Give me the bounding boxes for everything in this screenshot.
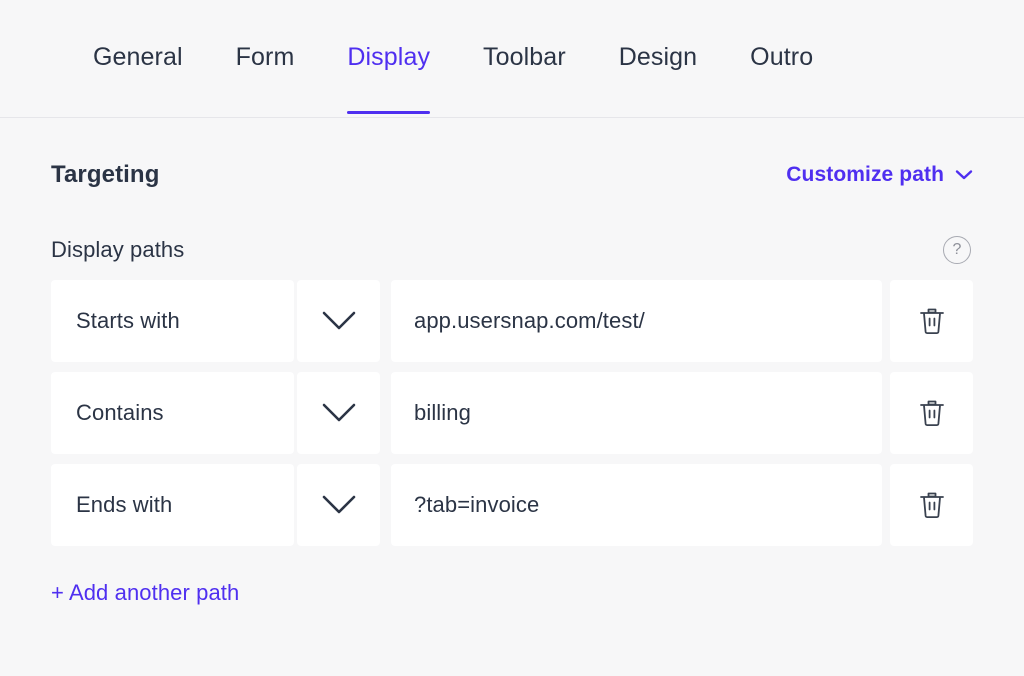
tab-label: Design — [618, 43, 698, 71]
tab-label: General — [93, 43, 183, 71]
chevron-down-icon — [321, 402, 357, 424]
tab-label: Toolbar — [483, 43, 566, 71]
match-type-dropdown-button[interactable] — [297, 464, 380, 546]
tab-form[interactable]: Form — [236, 0, 295, 70]
match-type-select[interactable]: Starts with — [51, 280, 294, 362]
trash-icon — [917, 397, 947, 429]
display-paths-list: Starts with app.usersnap.com/test/ Conta… — [51, 280, 973, 546]
question-mark-circle-icon[interactable]: ? — [943, 236, 971, 264]
match-type-select[interactable]: Ends with — [51, 464, 294, 546]
table-row: Ends with — [51, 464, 973, 546]
tab-design[interactable]: Design — [619, 0, 697, 70]
tab-label: Display — [347, 43, 431, 71]
path-value-field[interactable] — [391, 464, 882, 546]
display-settings-page: General Form Display Toolbar Design Outr… — [0, 0, 1024, 676]
table-row: Starts with — [51, 280, 973, 362]
path-value-field[interactable] — [391, 280, 882, 362]
path-value-input[interactable] — [414, 492, 882, 518]
trash-icon — [917, 305, 947, 337]
match-type-dropdown-button[interactable] — [297, 280, 380, 362]
customize-path-label: Customize path — [786, 163, 944, 186]
display-paths-label: Display paths — [51, 237, 185, 262]
tab-general[interactable]: General — [93, 0, 183, 70]
page-title: Targeting — [51, 161, 160, 188]
path-value-input[interactable] — [414, 308, 882, 334]
tab-label: Form — [235, 43, 295, 71]
delete-path-button[interactable] — [890, 464, 973, 546]
tab-outro[interactable]: Outro — [750, 0, 813, 70]
tab-display[interactable]: Display — [347, 0, 431, 114]
chevron-down-icon — [955, 169, 973, 181]
path-value-input[interactable] — [414, 400, 882, 426]
delete-path-button[interactable] — [890, 372, 973, 454]
table-row: Contains — [51, 372, 973, 454]
match-type-value: Contains — [76, 400, 164, 425]
display-tab-content: Targeting Customize path Display paths ?… — [0, 118, 1024, 606]
targeting-section-header: Targeting Customize path — [51, 118, 973, 189]
settings-tabbar: General Form Display Toolbar Design Outr… — [0, 0, 1024, 118]
match-type-value: Starts with — [76, 308, 180, 333]
path-value-field[interactable] — [391, 372, 882, 454]
delete-path-button[interactable] — [890, 280, 973, 362]
add-another-path-button[interactable]: + Add another path — [51, 580, 239, 606]
tab-toolbar[interactable]: Toolbar — [483, 0, 566, 70]
match-type-select[interactable]: Contains — [51, 372, 294, 454]
chevron-down-icon — [321, 310, 357, 332]
match-type-value: Ends with — [76, 492, 173, 517]
customize-path-button[interactable]: Customize path — [786, 163, 973, 187]
chevron-down-icon — [321, 494, 357, 516]
trash-icon — [917, 489, 947, 521]
match-type-dropdown-button[interactable] — [297, 372, 380, 454]
display-paths-header: Display paths ? — [51, 236, 973, 264]
tab-label: Outro — [750, 43, 814, 71]
